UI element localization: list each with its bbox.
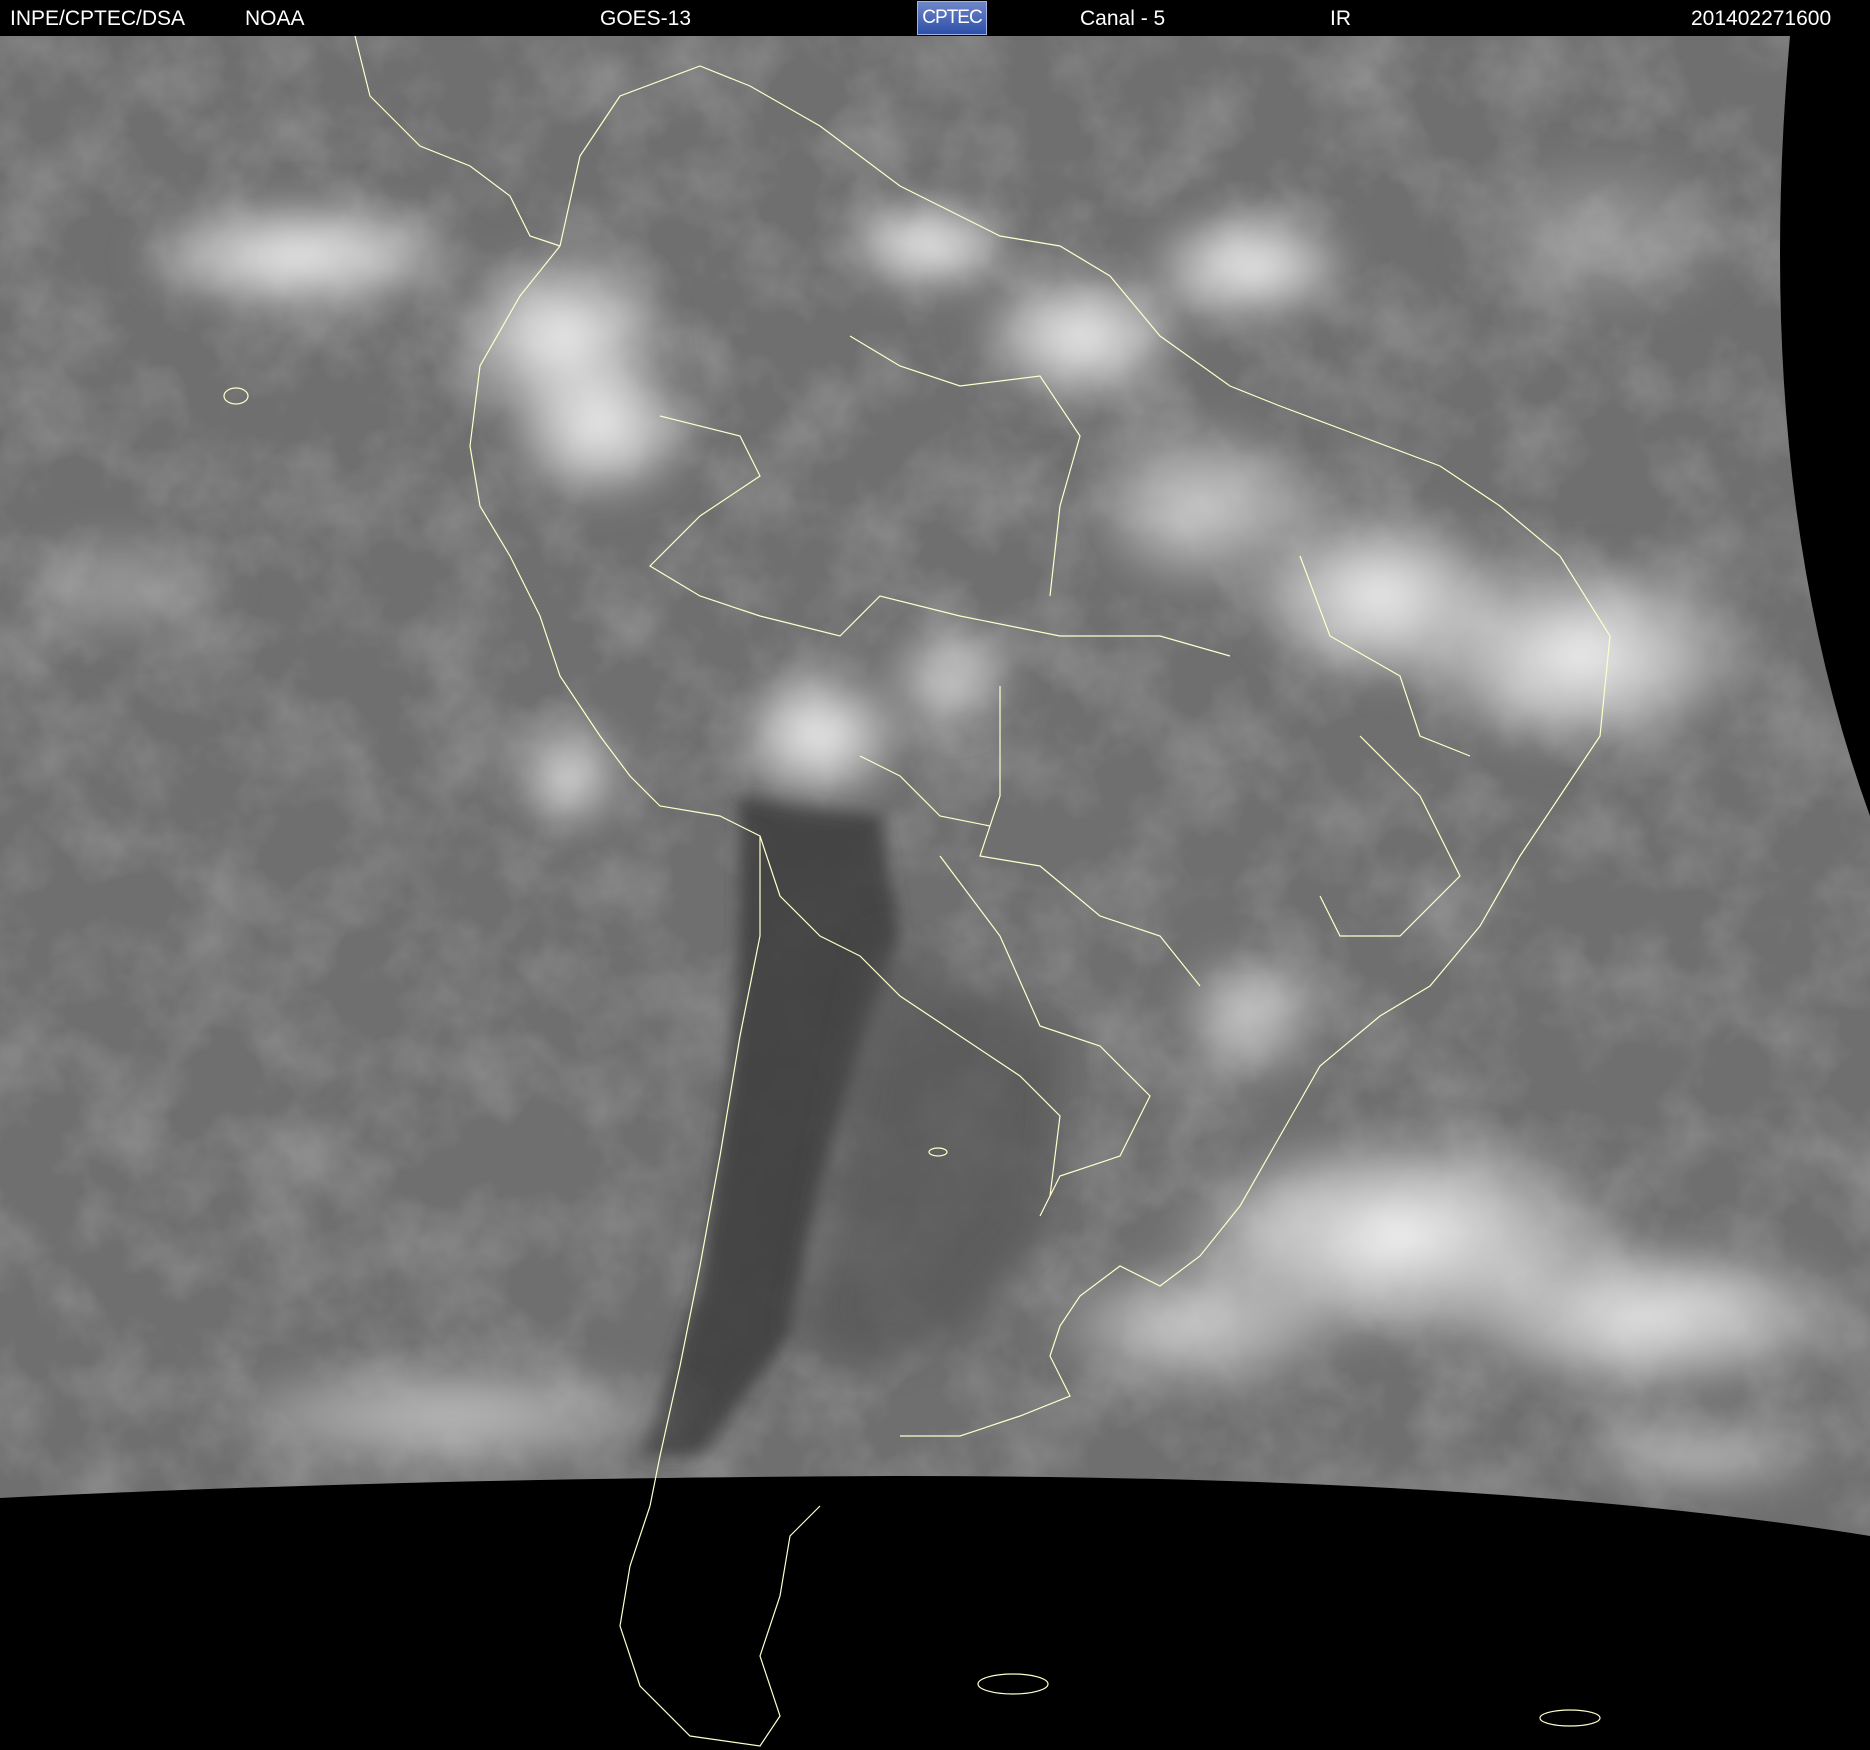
channel-label: Canal - 5 [1080,7,1166,30]
satellite-map [0,36,1870,1750]
institution-label: INPE/CPTEC/DSA [10,7,186,30]
satellite-image [0,36,1870,1750]
timestamp-label: 201402271600 [1691,7,1832,30]
header-bar: INPE/CPTEC/DSA NOAA GOES-13 CPTEC Canal … [0,0,1870,36]
cptec-logo: CPTEC [917,1,987,35]
agency-label: NOAA [245,7,305,30]
satellite-label: GOES-13 [600,7,692,30]
band-label: IR [1330,7,1351,30]
